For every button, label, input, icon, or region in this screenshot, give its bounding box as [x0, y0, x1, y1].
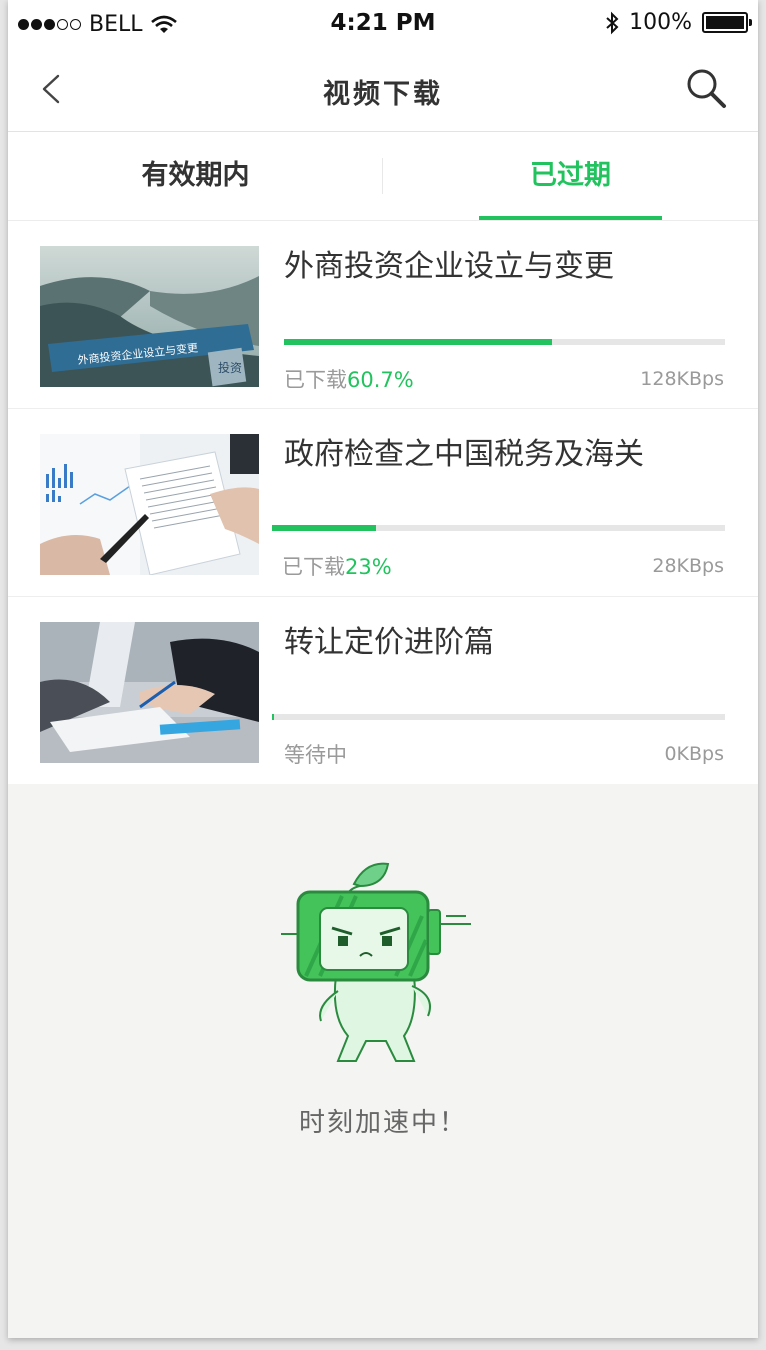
mascot-illustration — [281, 862, 471, 1062]
tab-bar: 有效期内 已过期 — [8, 132, 758, 221]
download-status: 等待中 — [284, 739, 347, 769]
navigation-bar: 视频下载 — [8, 46, 758, 132]
download-speed: 28KBps — [652, 555, 724, 577]
progress-percent: 23% — [345, 555, 392, 579]
progress-track — [284, 339, 725, 345]
video-thumbnail — [40, 622, 259, 763]
video-title: 转让定价进阶篇 — [284, 625, 494, 660]
download-status: 已下载60.7% — [284, 364, 414, 394]
download-item[interactable]: 转让定价进阶篇 等待中 0KBps — [8, 597, 758, 785]
status-prefix: 等待中 — [284, 743, 347, 767]
progress-track — [272, 525, 725, 531]
progress-percent: 60.7% — [347, 368, 414, 392]
progress-fill — [284, 339, 552, 345]
search-icon[interactable] — [684, 66, 728, 110]
status-bar: BELL 4:21 PM 100% — [8, 0, 758, 46]
loading-caption: 时刻加速中！ — [298, 1108, 467, 1138]
video-thumbnail — [40, 434, 259, 575]
status-prefix: 已下载 — [282, 555, 345, 579]
progress-track — [272, 714, 725, 720]
tab-valid-period[interactable]: 有效期内 — [8, 132, 383, 220]
video-title: 外商投资企业设立与变更 — [284, 249, 614, 284]
download-item[interactable]: 外商投资企业设立与变更 投资 外商投资企业设立与变更 已下载60.7% 128K… — [8, 221, 758, 409]
status-prefix: 已下载 — [284, 368, 347, 392]
video-thumbnail: 外商投资企业设立与变更 投资 — [40, 246, 259, 387]
progress-fill — [272, 525, 377, 531]
acceleration-area: 时刻加速中！ — [8, 784, 758, 1338]
battery-percent: 100% — [629, 10, 692, 35]
download-item[interactable]: 政府检查之中国税务及海关 已下载23% 28KBps — [8, 409, 758, 597]
thumbnail-badge: 投资 — [218, 360, 242, 375]
progress-fill — [272, 714, 274, 720]
download-speed: 128KBps — [640, 368, 724, 390]
page-title: 视频下载 — [323, 79, 443, 110]
phone-screen: BELL 4:21 PM 100% 视频下载 有效期内 已过期 外商投资企业设立… — [8, 0, 758, 1338]
download-speed: 0KBps — [664, 743, 724, 765]
battery-icon — [702, 12, 752, 33]
download-status: 已下载23% — [282, 551, 392, 581]
tab-expired[interactable]: 已过期 — [383, 132, 758, 220]
video-title: 政府检查之中国税务及海关 — [284, 437, 644, 472]
active-tab-indicator — [479, 216, 662, 220]
bluetooth-icon — [606, 11, 619, 34]
